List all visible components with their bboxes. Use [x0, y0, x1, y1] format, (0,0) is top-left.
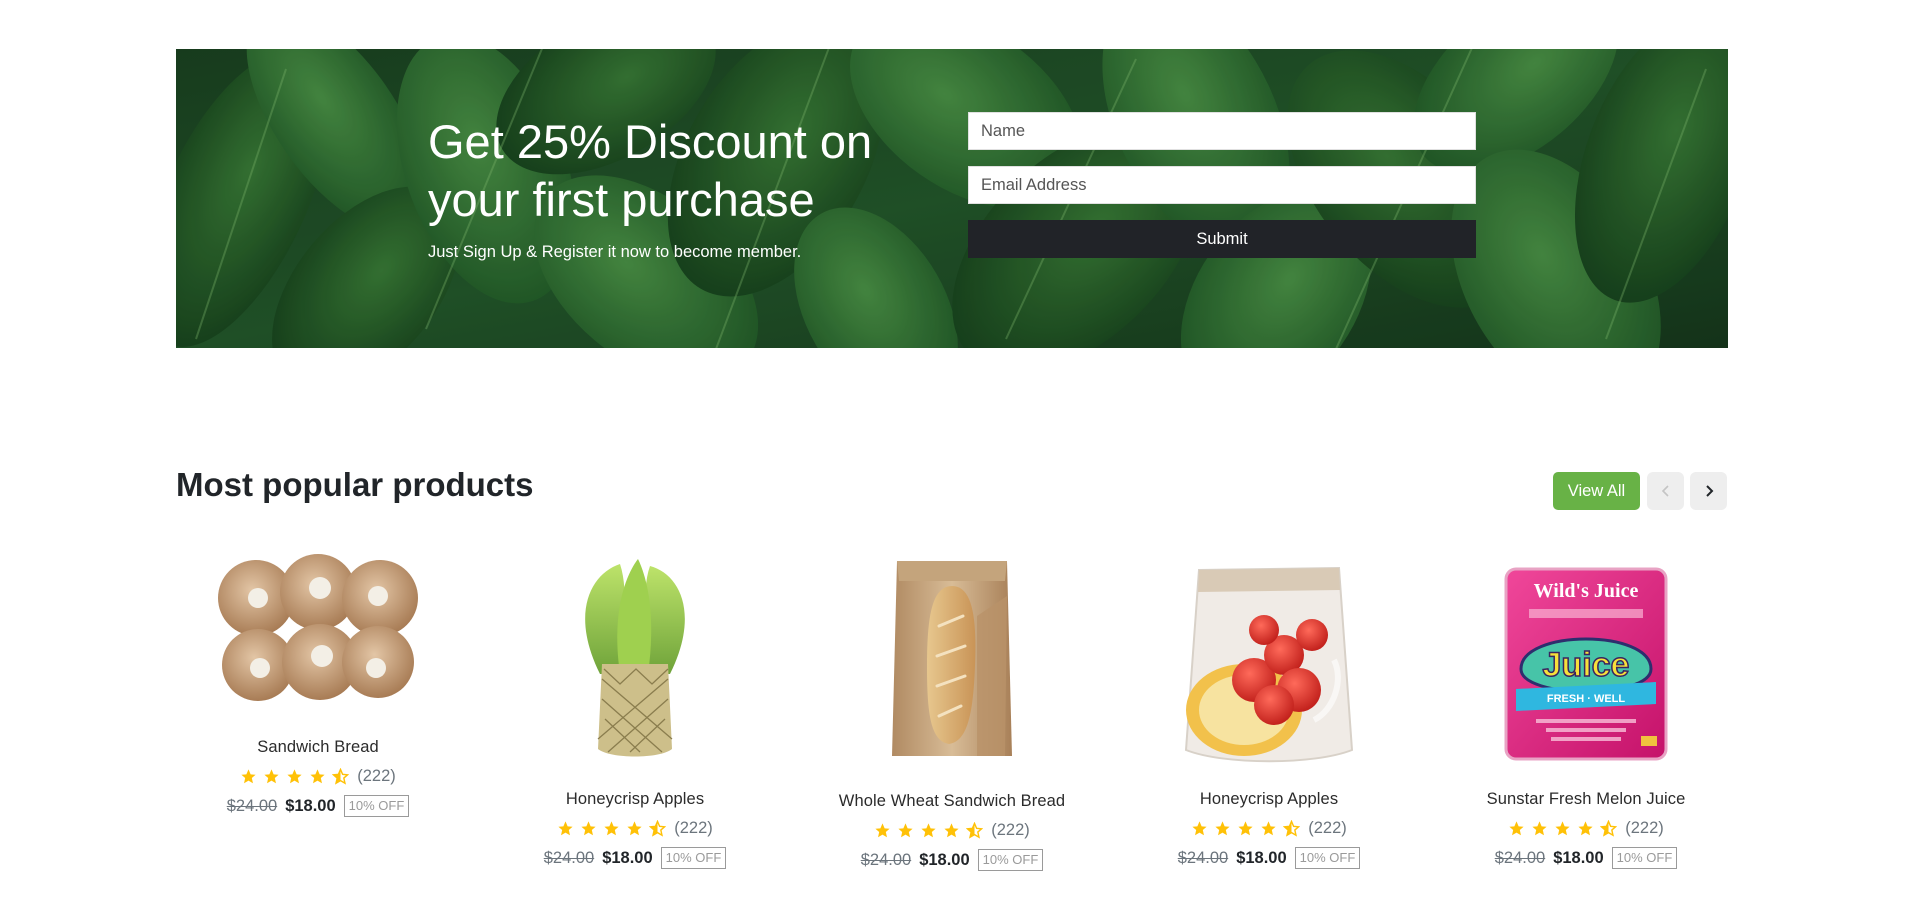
juice-brand-text: Wild's Juice	[1534, 580, 1639, 602]
rating-stars	[1508, 820, 1618, 837]
juice-label-text: Juice	[1543, 646, 1630, 684]
star-half-icon	[332, 768, 350, 785]
carousel-prev-button[interactable]	[1647, 472, 1684, 510]
chevron-right-icon	[1705, 485, 1713, 497]
star-icon	[1215, 821, 1230, 836]
star-icon	[558, 821, 573, 836]
product-name[interactable]: Sandwich Bread	[178, 738, 458, 757]
star-half-icon	[966, 822, 984, 839]
current-price: $18.00	[1236, 848, 1287, 867]
rating-stars	[1191, 820, 1301, 837]
product-image[interactable]	[560, 554, 710, 764]
star-icon	[264, 769, 279, 784]
old-price: $24.00	[860, 850, 912, 869]
product-image[interactable]	[1174, 560, 1364, 766]
discount-badge: 10% OFF	[1294, 847, 1361, 869]
product-rating: (222)	[495, 819, 775, 838]
rating-stars	[240, 768, 350, 785]
product-image[interactable]	[877, 556, 1027, 766]
star-icon	[875, 823, 890, 838]
product-image[interactable]: Wild's Juice Juice FRESH · WELL	[1491, 564, 1681, 764]
star-icon	[1509, 821, 1524, 836]
product-card[interactable]: Sandwich Bread (222) $24.00 $18.00 10% O…	[178, 550, 458, 817]
newsletter-banner: Get 25% Discount on your first purchase …	[176, 49, 1728, 348]
current-price: $18.00	[919, 850, 970, 869]
product-name[interactable]: Honeycrisp Apples	[1129, 790, 1409, 809]
star-icon	[287, 769, 302, 784]
product-price: $24.00 $18.00 10% OFF	[1129, 847, 1409, 869]
product-card[interactable]: Honeycrisp Apples (222) $24.00 $18.00 10…	[1129, 560, 1409, 869]
star-half-icon	[1600, 820, 1618, 837]
discount-badge: 10% OFF	[343, 795, 410, 817]
rating-stars	[874, 822, 984, 839]
product-image[interactable]	[208, 550, 428, 710]
rating-count: (222)	[991, 821, 1030, 839]
section-title: Most popular products	[176, 466, 534, 503]
product-name[interactable]: Sunstar Fresh Melon Juice	[1446, 790, 1726, 809]
product-price: $24.00 $18.00 10% OFF	[1446, 847, 1726, 869]
carousel-next-button[interactable]	[1690, 472, 1727, 510]
discount-badge: 10% OFF	[660, 847, 727, 869]
juice-ribbon-text: FRESH · WELL	[1547, 693, 1625, 705]
star-icon	[310, 769, 325, 784]
product-card[interactable]: Honeycrisp Apples (222) $24.00 $18.00 10…	[495, 554, 775, 869]
star-icon	[604, 821, 619, 836]
product-rating: (222)	[1446, 819, 1726, 838]
banner-subtitle: Just Sign Up & Register it now to become…	[428, 243, 802, 261]
star-icon	[1532, 821, 1547, 836]
banner-title: Get 25% Discount on your first purchase	[428, 115, 873, 226]
star-icon	[1555, 821, 1570, 836]
old-price: $24.00	[543, 848, 595, 867]
product-rating: (222)	[812, 821, 1092, 840]
product-card[interactable]: Wild's Juice Juice FRESH · WELL Sunstar …	[1446, 564, 1726, 869]
rating-count: (222)	[674, 819, 713, 837]
name-input[interactable]	[968, 112, 1476, 150]
current-price: $18.00	[285, 796, 336, 815]
product-rating: (222)	[1129, 819, 1409, 838]
star-icon	[898, 823, 913, 838]
rating-count: (222)	[1308, 819, 1347, 837]
product-price: $24.00 $18.00 10% OFF	[812, 849, 1092, 871]
star-half-icon	[1283, 820, 1301, 837]
product-name[interactable]: Honeycrisp Apples	[495, 790, 775, 809]
product-price: $24.00 $18.00 10% OFF	[178, 795, 458, 817]
old-price: $24.00	[226, 796, 278, 815]
star-icon	[1238, 821, 1253, 836]
product-rating: (222)	[178, 767, 458, 786]
star-icon	[627, 821, 642, 836]
product-name[interactable]: Whole Wheat Sandwich Bread	[812, 792, 1092, 811]
current-price: $18.00	[1553, 848, 1604, 867]
rating-count: (222)	[357, 767, 396, 785]
current-price: $18.00	[602, 848, 653, 867]
discount-badge: 10% OFF	[1611, 847, 1678, 869]
discount-badge: 10% OFF	[977, 849, 1044, 871]
chevron-left-icon	[1661, 485, 1669, 497]
old-price: $24.00	[1177, 848, 1229, 867]
product-card[interactable]: Whole Wheat Sandwich Bread (222) $24.00 …	[812, 556, 1092, 871]
star-half-icon	[649, 820, 667, 837]
signup-form: Submit	[968, 112, 1476, 258]
email-input[interactable]	[968, 166, 1476, 204]
submit-button[interactable]: Submit	[968, 220, 1476, 258]
old-price: $24.00	[1494, 848, 1546, 867]
star-icon	[241, 769, 256, 784]
star-icon	[1192, 821, 1207, 836]
star-icon	[944, 823, 959, 838]
leaf-background-image	[176, 49, 1728, 348]
view-all-button[interactable]: View All	[1553, 472, 1640, 510]
star-icon	[921, 823, 936, 838]
star-icon	[581, 821, 596, 836]
rating-count: (222)	[1625, 819, 1664, 837]
rating-stars	[557, 820, 667, 837]
star-icon	[1261, 821, 1276, 836]
star-icon	[1578, 821, 1593, 836]
product-price: $24.00 $18.00 10% OFF	[495, 847, 775, 869]
